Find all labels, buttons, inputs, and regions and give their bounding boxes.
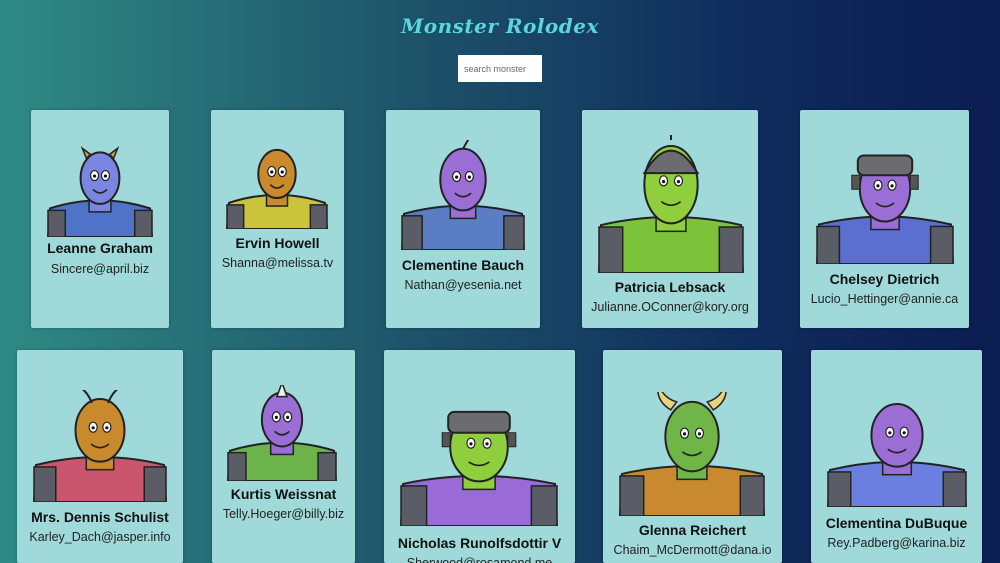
monster-name: Nicholas Runolfsdottir V — [397, 535, 562, 551]
app-title: Monster Rolodex — [401, 14, 599, 38]
monster-avatar — [225, 148, 329, 229]
monster-avatar — [597, 135, 745, 273]
monster-email: Sherwood@rosamond.me — [406, 556, 553, 563]
monster-card[interactable]: Kurtis Weissnat Telly.Hoeger@billy.biz — [212, 350, 355, 563]
monster-card[interactable]: Ervin Howell Shanna@melissa.tv — [211, 110, 344, 328]
monster-card[interactable]: Patricia Lebsack Julianne.OConner@kory.or… — [582, 110, 758, 328]
monster-name: Clementina DuBuque — [825, 515, 968, 531]
search-input[interactable] — [458, 55, 542, 82]
monster-name: Chelsey Dietrich — [829, 271, 940, 287]
monster-card[interactable]: Nicholas Runolfsdottir V Sherwood@rosamon… — [384, 350, 575, 563]
monster-email: Telly.Hoeger@billy.biz — [222, 507, 345, 521]
monster-avatar — [399, 410, 559, 526]
monster-avatar — [815, 154, 955, 264]
monster-email: Rey.Padberg@karina.biz — [827, 536, 966, 550]
monster-email: Julianne.OConner@kory.org — [591, 300, 749, 314]
monster-email: Shanna@melissa.tv — [221, 256, 334, 270]
monster-name: Clementine Bauch — [401, 257, 525, 273]
monster-email: Nathan@yesenia.net — [404, 278, 522, 292]
monster-card[interactable]: Chelsey Dietrich Lucio_Hettinger@annie.ca — [800, 110, 969, 328]
monster-avatar — [826, 402, 968, 507]
monster-email: Lucio_Hettinger@annie.ca — [810, 292, 959, 306]
monster-card[interactable]: Glenna Reichert Chaim_McDermott@dana.io — [603, 350, 782, 563]
monster-name: Glenna Reichert — [638, 522, 747, 538]
monster-name: Leanne Graham — [47, 240, 153, 256]
monster-avatar — [226, 385, 338, 481]
monster-card[interactable]: Clementine Bauch Nathan@yesenia.net — [386, 110, 540, 328]
monster-name: Patricia Lebsack — [614, 279, 726, 295]
monster-avatar — [618, 392, 766, 516]
monster-email: Chaim_McDermott@dana.io — [613, 543, 772, 557]
monster-name: Ervin Howell — [235, 235, 320, 251]
monster-avatar — [46, 146, 154, 237]
monster-name: Mrs. Dennis Schulist — [31, 509, 169, 525]
monster-name: Kurtis Weissnat — [230, 486, 337, 502]
monster-email: Karley_Dach@jasper.info — [29, 530, 171, 544]
monster-card[interactable]: Leanne Graham Sincere@april.biz — [31, 110, 169, 328]
monster-card[interactable]: Clementina DuBuque Rey.Padberg@karina.biz — [811, 350, 982, 563]
monster-avatar — [400, 140, 526, 250]
monster-card[interactable]: Mrs. Dennis Schulist Karley_Dach@jasper.i… — [17, 350, 183, 563]
monster-email: Sincere@april.biz — [50, 262, 150, 276]
monster-avatar — [32, 390, 168, 502]
